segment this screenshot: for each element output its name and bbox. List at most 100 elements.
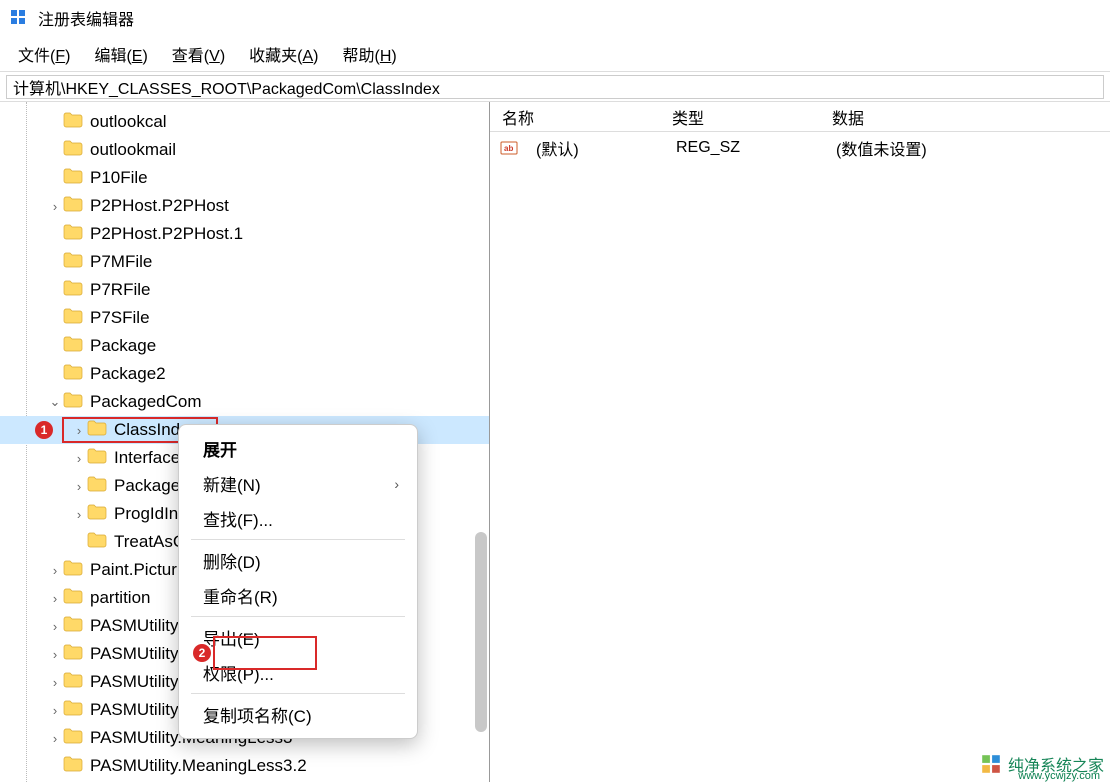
folder-icon xyxy=(63,616,90,637)
ctx-delete[interactable]: 删除(D) xyxy=(183,543,413,578)
folder-icon xyxy=(63,560,90,581)
menu-edit[interactable]: 编辑(E) xyxy=(82,38,159,70)
tree-item-label: P7MFile xyxy=(90,252,152,272)
tree-item-label: P2PHost.P2PHost xyxy=(90,196,229,216)
value-type: REG_SZ xyxy=(664,135,824,161)
folder-icon xyxy=(63,756,90,777)
chevron-right-icon[interactable]: › xyxy=(48,647,62,661)
ctx-expand[interactable]: 展开 xyxy=(183,431,413,466)
chevron-right-icon[interactable]: › xyxy=(48,591,62,605)
annotation-badge-2: 2 xyxy=(193,644,211,662)
value-data: (数值未设置) xyxy=(824,132,1110,164)
ctx-separator xyxy=(191,539,405,540)
tree-item[interactable]: ⌄ PackagedCom xyxy=(0,388,489,416)
watermark-icon xyxy=(980,753,1002,775)
folder-icon xyxy=(63,196,90,217)
main-area: ›outlookcal›outlookmail›P10File›P2PHost.… xyxy=(0,102,1110,782)
window-title: 注册表编辑器 xyxy=(38,6,134,30)
folder-icon xyxy=(87,448,114,469)
details-panel: 名称 类型 数据 ab (默认) REG_SZ (数值未设置) xyxy=(490,102,1110,782)
chevron-right-icon[interactable]: › xyxy=(48,675,62,689)
tree-item-label: P7SFile xyxy=(90,308,150,328)
folder-icon xyxy=(63,672,90,693)
folder-icon xyxy=(63,728,90,749)
folder-icon xyxy=(63,308,90,329)
tree-item[interactable]: ›outlookcal xyxy=(0,108,489,136)
column-data[interactable]: 数据 xyxy=(820,101,1110,133)
chevron-right-icon[interactable]: › xyxy=(48,563,62,577)
folder-icon xyxy=(87,420,114,441)
chevron-right-icon[interactable]: › xyxy=(48,199,62,213)
folder-icon xyxy=(87,476,114,497)
tree-item-label: Package2 xyxy=(90,364,166,384)
menu-favorites[interactable]: 收藏夹(A) xyxy=(237,38,330,70)
watermark-url: www.ycwjzy.com xyxy=(1018,770,1100,782)
details-header: 名称 类型 数据 xyxy=(490,102,1110,132)
chevron-right-icon[interactable]: › xyxy=(48,703,62,717)
ctx-new[interactable]: 新建(N) › xyxy=(183,466,413,501)
folder-icon xyxy=(63,280,90,301)
tree-item[interactable]: ›Package xyxy=(0,332,489,360)
tree-item-label: P7RFile xyxy=(90,280,150,300)
chevron-right-icon: › xyxy=(394,476,399,492)
tree-item-label: Package xyxy=(90,336,156,356)
tree-item-label: TreatAsC xyxy=(114,532,185,552)
folder-icon xyxy=(87,504,114,525)
folder-icon xyxy=(63,252,90,273)
string-value-icon: ab xyxy=(500,139,518,157)
chevron-right-icon[interactable]: › xyxy=(48,619,62,633)
chevron-right-icon[interactable]: › xyxy=(72,479,86,493)
ctx-permissions[interactable]: 权限(P)... xyxy=(183,655,413,690)
tree-item-label: Paint.Pictur xyxy=(90,560,177,580)
value-row[interactable]: ab (默认) REG_SZ (数值未设置) xyxy=(490,132,1110,164)
folder-icon xyxy=(63,112,90,133)
menu-view[interactable]: 查看(V) xyxy=(160,38,237,70)
tree-item-label: ProgIdIn xyxy=(114,504,178,524)
tree-item[interactable]: ›P7RFile xyxy=(0,276,489,304)
tree-item-label: P2PHost.P2PHost.1 xyxy=(90,224,243,244)
folder-icon xyxy=(63,140,90,161)
ctx-separator xyxy=(191,616,405,617)
tree-item[interactable]: ›P10File xyxy=(0,164,489,192)
chevron-down-icon[interactable]: ⌄ xyxy=(48,395,62,409)
tree-item[interactable]: ›P7SFile xyxy=(0,304,489,332)
chevron-right-icon[interactable]: › xyxy=(72,507,86,521)
menu-file[interactable]: 文件(F) xyxy=(6,38,82,70)
ctx-find[interactable]: 查找(F)... xyxy=(183,501,413,536)
annotation-badge-1: 1 xyxy=(35,421,53,439)
ctx-rename[interactable]: 重命名(R) xyxy=(183,578,413,613)
menu-help[interactable]: 帮助(H) xyxy=(330,38,408,70)
chevron-right-icon[interactable]: › xyxy=(48,731,62,745)
folder-icon xyxy=(63,644,90,665)
svg-text:ab: ab xyxy=(504,144,513,153)
tree-item[interactable]: ›Package2 xyxy=(0,360,489,388)
tree-item-label: PASMUtility xyxy=(90,616,178,636)
chevron-right-icon[interactable]: › xyxy=(72,451,86,465)
titlebar: 注册表编辑器 xyxy=(0,0,1110,36)
tree-item-label: Interface xyxy=(114,448,180,468)
tree-item-label: PASMUtility xyxy=(90,700,178,720)
tree-item-label: Package xyxy=(114,476,180,496)
column-type[interactable]: 类型 xyxy=(660,101,820,133)
tree-item[interactable]: ›outlookmail xyxy=(0,136,489,164)
tree-item[interactable]: ›P2PHost.P2PHost.1 xyxy=(0,220,489,248)
folder-icon xyxy=(63,364,90,385)
folder-icon xyxy=(63,168,90,189)
address-input[interactable] xyxy=(6,75,1104,99)
tree-item-label: PASMUtility.MeaningLess3.2 xyxy=(90,756,307,776)
folder-icon xyxy=(87,532,114,553)
ctx-copy-key-name[interactable]: 复制项名称(C) xyxy=(183,697,413,732)
scrollbar-thumb[interactable] xyxy=(475,532,487,732)
folder-icon xyxy=(63,588,90,609)
context-menu: 展开 新建(N) › 查找(F)... 删除(D) 重命名(R) 导出(E) 权… xyxy=(178,424,418,739)
ctx-export[interactable]: 导出(E) xyxy=(183,620,413,655)
tree-item[interactable]: › P2PHost.P2PHost xyxy=(0,192,489,220)
column-name[interactable]: 名称 xyxy=(490,101,660,133)
tree-item-label: outlookcal xyxy=(90,112,167,132)
chevron-right-icon[interactable]: › xyxy=(72,423,86,437)
tree-item-label: PackagedCom xyxy=(90,392,202,412)
tree-item[interactable]: ›PASMUtility.MeaningLess3.2 xyxy=(0,752,489,780)
tree-item-label: P10File xyxy=(90,168,148,188)
tree-item-label: partition xyxy=(90,588,150,608)
tree-item[interactable]: ›P7MFile xyxy=(0,248,489,276)
